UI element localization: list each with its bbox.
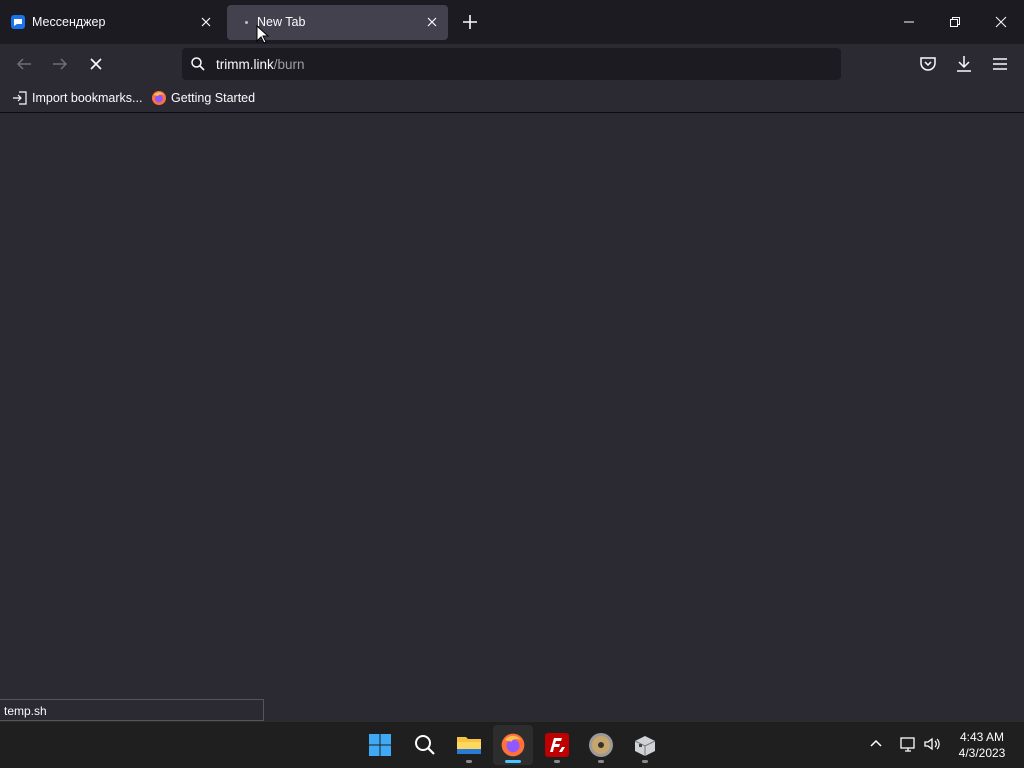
taskbar: 4:43 AM 4/3/2023	[0, 721, 1024, 768]
status-text: temp.sh	[4, 704, 47, 718]
loading-indicator-icon	[245, 21, 248, 24]
search-icon	[415, 735, 435, 755]
network-icon[interactable]	[898, 734, 918, 754]
show-hidden-icons-chevron-icon[interactable]	[866, 734, 886, 754]
taskbar-disk-utility[interactable]	[581, 725, 621, 765]
firefox-icon	[152, 91, 166, 105]
windows-icon	[369, 734, 391, 756]
virtualbox-icon	[634, 736, 656, 756]
stop-loading-button[interactable]	[84, 52, 108, 76]
navigation-toolbar: trimm.link/burn	[0, 44, 1024, 84]
disc-icon	[589, 733, 613, 757]
folder-icon	[457, 737, 481, 754]
url-bar[interactable]: trimm.link/burn	[182, 48, 841, 80]
taskbar-firefox[interactable]	[493, 725, 533, 765]
menu-icon[interactable]	[988, 52, 1012, 76]
bookmark-getting-started[interactable]: Getting Started	[151, 89, 255, 107]
downloads-icon[interactable]	[952, 52, 976, 76]
url-text[interactable]: trimm.link/burn	[216, 57, 305, 72]
running-indicator	[598, 760, 604, 763]
new-tab-button[interactable]	[458, 10, 482, 34]
forward-button[interactable]	[48, 52, 72, 76]
running-indicator	[505, 760, 521, 763]
url-domain: trimm.link	[216, 57, 274, 72]
bookmark-import[interactable]: Import bookmarks...	[12, 89, 142, 107]
running-indicator	[466, 760, 472, 763]
volume-icon[interactable]	[922, 734, 942, 754]
close-window-icon	[995, 16, 1007, 28]
close-icon[interactable]	[424, 14, 440, 30]
restore-button[interactable]	[932, 0, 978, 44]
mouse-cursor-icon	[256, 25, 270, 44]
filezilla-icon	[545, 733, 569, 757]
restore-icon	[950, 17, 960, 27]
search-icon	[191, 57, 205, 71]
tab-title: Мессенджер	[32, 15, 106, 29]
messenger-icon	[11, 15, 25, 29]
taskbar-filezilla[interactable]	[537, 725, 577, 765]
tab-strip: Мессенджер New Tab	[0, 0, 1024, 44]
system-clock[interactable]: 4:43 AM 4/3/2023	[944, 729, 1020, 761]
bookmark-label: Import bookmarks...	[32, 91, 143, 105]
status-bar: temp.sh	[0, 699, 264, 721]
minimize-button[interactable]	[886, 0, 932, 44]
url-path: /burn	[273, 57, 305, 72]
minimize-icon	[904, 21, 914, 23]
clock-date: 4/3/2023	[958, 746, 1006, 760]
firefox-icon	[501, 733, 525, 757]
pocket-icon[interactable]	[916, 52, 940, 76]
page-content	[0, 113, 1024, 721]
start-button[interactable]	[360, 725, 400, 765]
running-indicator	[554, 760, 560, 763]
clock-time: 4:43 AM	[959, 730, 1005, 744]
bookmark-label: Getting Started	[171, 91, 256, 105]
tab-messenger[interactable]: Мессенджер	[2, 5, 222, 40]
bookmarks-toolbar: Import bookmarks... Getting Started	[0, 84, 1024, 113]
taskbar-search-button[interactable]	[405, 725, 445, 765]
taskbar-virtualbox[interactable]	[625, 725, 665, 765]
back-button[interactable]	[12, 52, 36, 76]
taskbar-file-explorer[interactable]	[449, 725, 489, 765]
close-window-button[interactable]	[978, 0, 1024, 44]
running-indicator	[642, 760, 648, 763]
close-icon[interactable]	[198, 14, 214, 30]
import-icon	[13, 91, 27, 105]
